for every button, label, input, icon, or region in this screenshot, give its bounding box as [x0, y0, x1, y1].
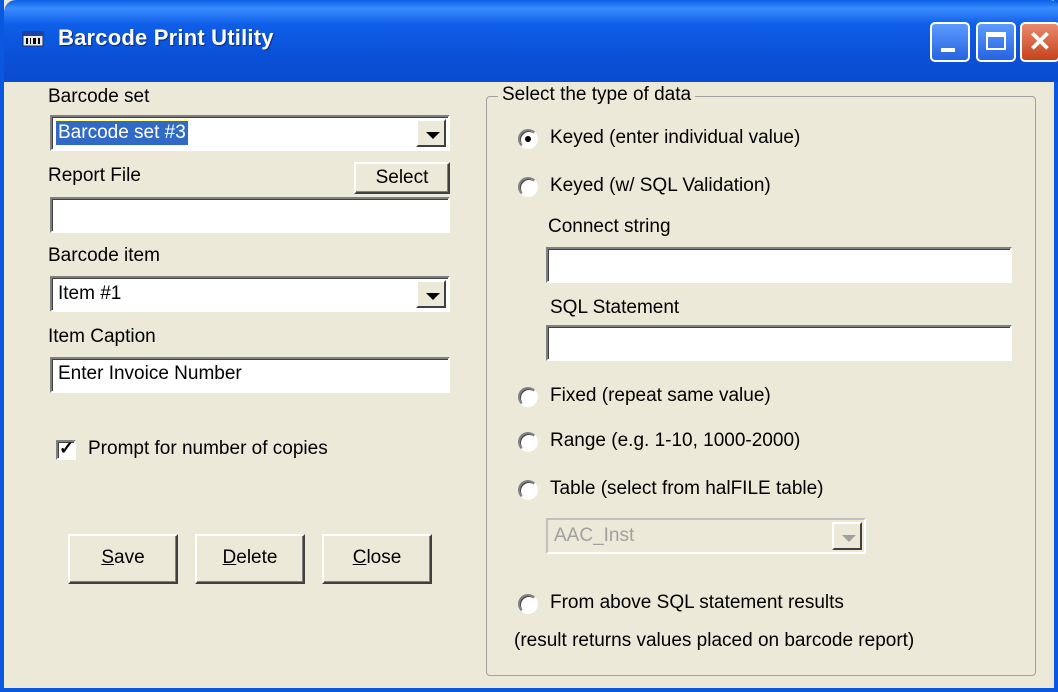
- radio-keyed[interactable]: [518, 129, 538, 149]
- connect-string-input[interactable]: [546, 247, 1012, 283]
- minimize-button[interactable]: [930, 22, 970, 62]
- barcode-set-select[interactable]: Barcode set #3: [50, 115, 450, 151]
- radio-range[interactable]: [518, 432, 538, 452]
- radio-keyed-sql[interactable]: [518, 177, 538, 197]
- delete-button[interactable]: Delete: [195, 534, 305, 584]
- app-window: Barcode Print Utility ✕ Barcode set Barc…: [0, 0, 1058, 692]
- report-file-label: Report File: [48, 165, 141, 186]
- barcode-set-label: Barcode set: [48, 86, 150, 107]
- barcode-item-value: Item #1: [58, 283, 122, 304]
- table-select: AAC_Inst: [546, 518, 866, 554]
- chevron-down-icon[interactable]: [416, 280, 446, 308]
- title-bar[interactable]: Barcode Print Utility ✕: [4, 0, 1058, 82]
- minimize-icon: [941, 48, 955, 52]
- group-title: Select the type of data: [498, 84, 696, 106]
- window-title: Barcode Print Utility: [58, 25, 274, 50]
- item-caption-label: Item Caption: [48, 326, 156, 347]
- close-window-button[interactable]: ✕: [1020, 22, 1058, 62]
- radio-fixed-label[interactable]: Fixed (repeat same value): [550, 385, 771, 407]
- close-button[interactable]: Close: [322, 534, 432, 584]
- select-report-button[interactable]: Select: [354, 162, 450, 194]
- close-icon: ✕: [1028, 26, 1052, 57]
- chevron-down-icon[interactable]: [416, 119, 446, 147]
- maximize-button[interactable]: [976, 22, 1016, 62]
- radio-table[interactable]: [518, 480, 538, 500]
- radio-from-sql[interactable]: [518, 594, 538, 614]
- barcode-item-select[interactable]: Item #1: [50, 276, 450, 312]
- checkmark-icon: ✓: [59, 438, 75, 458]
- radio-keyed-label[interactable]: Keyed (enter individual value): [550, 127, 800, 149]
- report-file-input[interactable]: [50, 197, 450, 233]
- radio-keyed-sql-label[interactable]: Keyed (w/ SQL Validation): [550, 175, 771, 197]
- prompt-copies-checkbox[interactable]: ✓: [56, 438, 76, 460]
- radio-table-label[interactable]: Table (select from halFILE table): [550, 478, 824, 500]
- app-icon: [22, 31, 44, 47]
- table-select-value: AAC_Inst: [554, 525, 635, 546]
- radio-dot-icon: [525, 136, 531, 142]
- save-button[interactable]: Save: [68, 534, 178, 584]
- radio-from-sql-label[interactable]: From above SQL statement results: [550, 592, 844, 614]
- barcode-item-label: Barcode item: [48, 245, 160, 266]
- maximize-icon: [986, 32, 1006, 50]
- sql-statement-label: SQL Statement: [550, 297, 680, 318]
- radio-range-label[interactable]: Range (e.g. 1-10, 1000-2000): [550, 430, 800, 452]
- connect-string-label: Connect string: [548, 216, 671, 237]
- sql-statement-input[interactable]: [546, 325, 1012, 361]
- radio-fixed[interactable]: [518, 387, 538, 407]
- barcode-set-value: Barcode set #3: [55, 120, 189, 146]
- item-caption-input[interactable]: Enter Invoice Number: [50, 357, 450, 393]
- prompt-copies-label: Prompt for number of copies: [88, 438, 328, 459]
- footnote-text: (result returns values placed on barcode…: [514, 630, 915, 651]
- chevron-down-icon: [832, 522, 862, 550]
